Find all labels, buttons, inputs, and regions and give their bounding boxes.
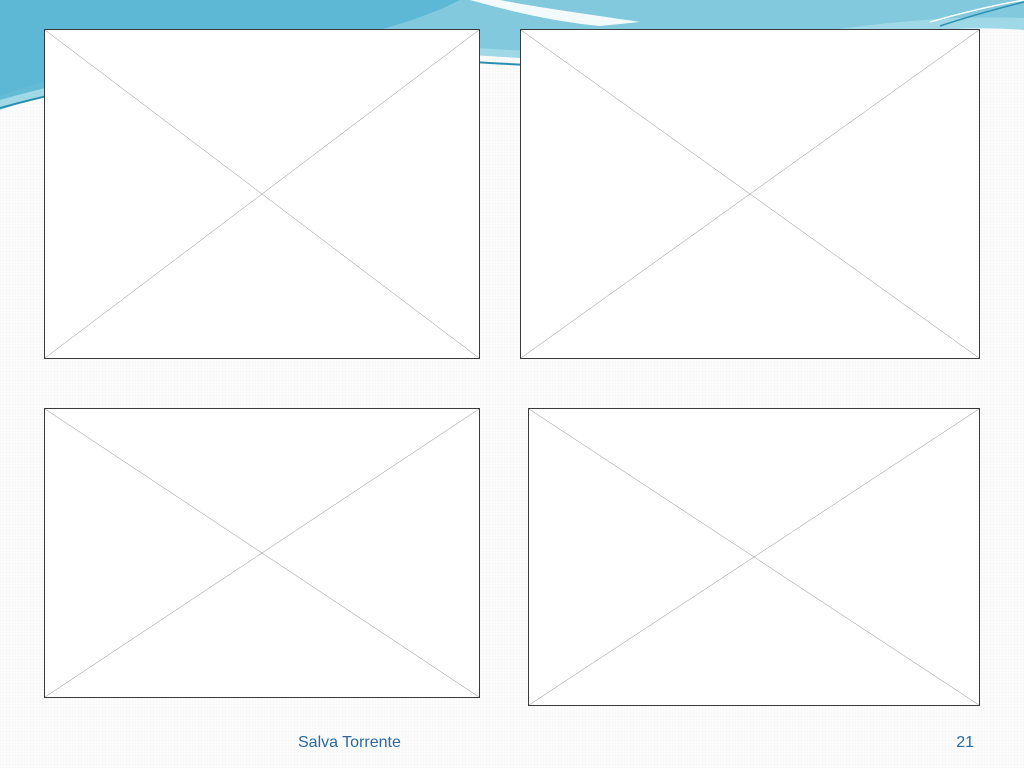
- placeholder-cross-icon: [45, 409, 479, 697]
- slide-page-number: 21: [956, 734, 974, 751]
- placeholder-cross-icon: [529, 409, 979, 705]
- placeholder-cross-icon: [45, 30, 479, 358]
- placeholder-cross-icon: [521, 30, 979, 358]
- image-placeholder-bottom-right: [528, 408, 980, 706]
- slide: Salva Torrente 21: [0, 0, 1024, 768]
- footer-author: Salva Torrente: [298, 734, 401, 751]
- image-placeholder-bottom-left: [44, 408, 480, 698]
- image-placeholder-top-left: [44, 29, 480, 359]
- image-placeholder-top-right: [520, 29, 980, 359]
